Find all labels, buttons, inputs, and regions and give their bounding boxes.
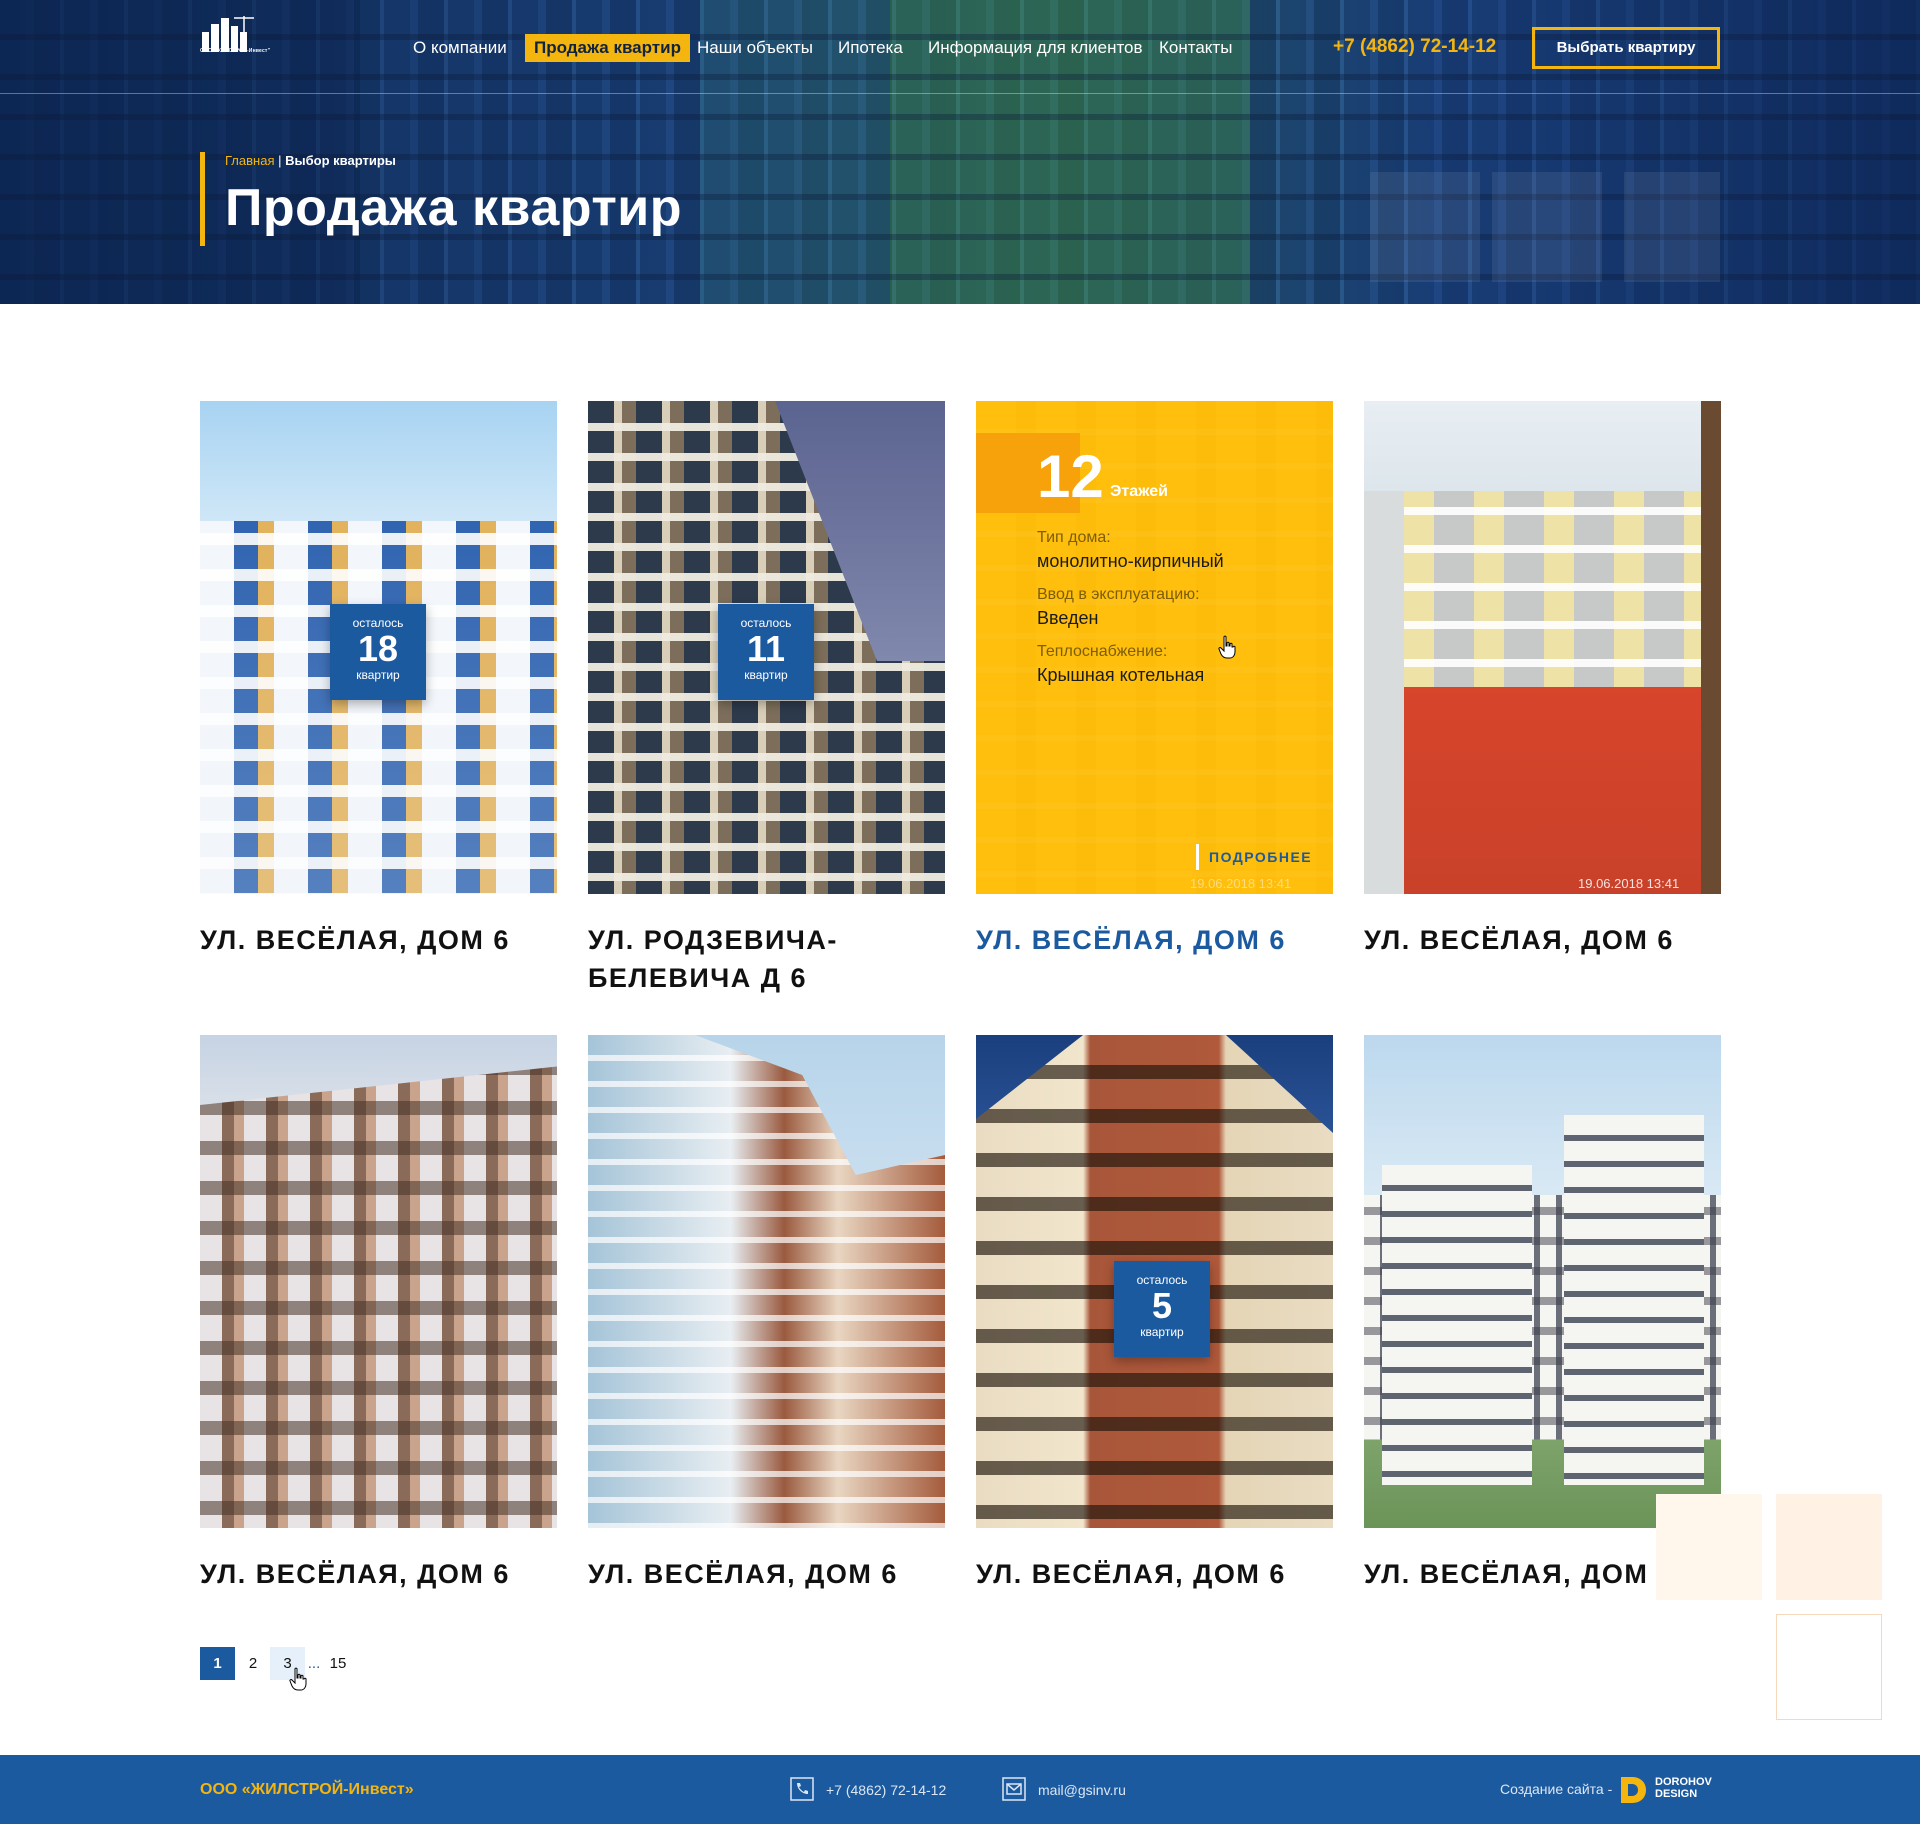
badge-bottom-text: квартир: [1140, 1325, 1184, 1339]
logo-text: ООО "ЖИЛСТРОЙ-Инвест": [200, 48, 271, 54]
commission-value: Введен: [1037, 608, 1099, 628]
nav-item-sale[interactable]: Продажа квартир: [525, 34, 690, 62]
building-address[interactable]: УЛ. ВЕСЁЛАЯ, ДОМ 6: [200, 1555, 557, 1593]
dorohov-design-logo-icon[interactable]: [1618, 1775, 1648, 1805]
badge-count: 11: [746, 628, 786, 669]
heating-label: Теплоснабжение:: [1037, 643, 1168, 660]
hero-header: ООО "ЖИЛСТРОЙ-Инвест" О компании Продажа…: [0, 0, 1920, 304]
choose-apartment-button[interactable]: Выбрать квартиру: [1532, 27, 1720, 69]
breadcrumb-separator: |: [278, 153, 282, 168]
building-photo[interactable]: осталось 18 квартир: [200, 401, 557, 894]
photo-timestamp: 19.06.2018 13:41: [1190, 876, 1292, 891]
hero-deco-square: [1492, 172, 1602, 282]
building-photo[interactable]: 19.06.2018 13:41: [1364, 401, 1721, 894]
building-address[interactable]: УЛ. ВЕСЁЛАЯ, ДОМ 6: [976, 921, 1333, 959]
hand-cursor-icon: [289, 1667, 307, 1691]
nav-item-contacts[interactable]: Контакты: [1159, 34, 1232, 62]
footer: ООО «ЖИЛСТРОЙ-Инвест» +7 (4862) 72-14-12…: [0, 1755, 1920, 1824]
page-button-1[interactable]: 1: [200, 1647, 235, 1680]
breadcrumb-home[interactable]: Главная: [225, 153, 274, 168]
footer-email[interactable]: mail@gsinv.ru: [1038, 1782, 1126, 1798]
badge-count: 5: [1151, 1285, 1173, 1326]
decor-square: [1776, 1494, 1882, 1600]
page-button-2[interactable]: 2: [244, 1647, 262, 1680]
page-title: Продажа квартир: [225, 179, 683, 237]
building-address[interactable]: УЛ. ВЕСЁЛАЯ, ДОМ 6: [976, 1555, 1333, 1593]
hero-deco-square: [1370, 172, 1480, 282]
phone-icon: [790, 1777, 814, 1801]
title-accent-bar: [200, 152, 205, 246]
badge-bottom-text: квартир: [744, 668, 788, 682]
building-photo[interactable]: осталось 11 квартир: [588, 401, 945, 894]
mail-icon: [1002, 1777, 1026, 1801]
heating-value: Крышная котельная: [1037, 665, 1205, 685]
breadcrumb: Главная | Выбор квартиры: [225, 153, 396, 168]
nav-item-mortgage[interactable]: Ипотека: [838, 34, 903, 62]
photo-timestamp: 19.06.2018 13:41: [1578, 876, 1680, 891]
pagination-ellipsis: ...: [307, 1655, 321, 1672]
apartments-left-badge: осталось 11 квартир: [718, 604, 814, 700]
decor-square: [1656, 1494, 1762, 1600]
apartments-left-badge: осталось 5 квартир: [1114, 1261, 1210, 1357]
building-photo[interactable]: 12 Этажей Тип дома: монолитно-кирпичный …: [976, 401, 1333, 894]
building-address[interactable]: УЛ. РОДЗЕВИЧА-БЕЛЕВИЧА Д 6: [588, 921, 945, 997]
house-type-label: Тип дома:: [1037, 529, 1111, 546]
page-button-last[interactable]: 15: [326, 1647, 350, 1680]
studio-name[interactable]: DOROHOV DESIGN: [1655, 1776, 1712, 1800]
commission-label: Ввод в эксплуатацию:: [1037, 586, 1200, 603]
decor-square-outline: [1776, 1614, 1882, 1720]
building-address[interactable]: УЛ. ВЕСЁЛАЯ, ДОМ 6: [1364, 921, 1721, 959]
nav-item-objects[interactable]: Наши объекты: [697, 34, 813, 62]
more-details-link[interactable]: ПОДРОБНЕЕ: [1196, 844, 1312, 870]
building-photo[interactable]: [200, 1035, 557, 1528]
building-photo[interactable]: [588, 1035, 945, 1528]
floors-count: 12: [1037, 443, 1104, 510]
house-type-value: монолитно-кирпичный: [1037, 551, 1224, 571]
breadcrumb-current: Выбор квартиры: [285, 153, 396, 168]
studio-name-line2: DESIGN: [1655, 1788, 1698, 1800]
apartments-left-badge: осталось 18 квартир: [330, 604, 426, 700]
building-address[interactable]: УЛ. ВЕСЁЛАЯ, ДОМ 6: [200, 921, 557, 959]
nav-divider: [0, 93, 1920, 94]
footer-phone[interactable]: +7 (4862) 72-14-12: [826, 1782, 946, 1798]
building-info-overlay: 12 Этажей Тип дома: монолитно-кирпичный …: [976, 401, 1333, 894]
building-photo[interactable]: осталось 5 квартир: [976, 1035, 1333, 1528]
footer-company-name: ООО «ЖИЛСТРОЙ-Инвест»: [200, 1781, 414, 1798]
badge-bottom-text: квартир: [356, 668, 400, 682]
building-address[interactable]: УЛ. ВЕСЁЛАЯ, ДОМ 6: [588, 1555, 945, 1593]
building-photo[interactable]: [1364, 1035, 1721, 1528]
badge-count: 18: [357, 628, 399, 669]
nav-item-client-info[interactable]: Информация для клиентов: [928, 34, 1143, 62]
hero-deco-square: [1624, 172, 1720, 282]
header-phone[interactable]: +7 (4862) 72-14-12: [1333, 36, 1496, 58]
hand-cursor-icon: [1218, 635, 1236, 659]
studio-name-line1: DOROHOV: [1655, 1776, 1712, 1788]
site-credit-text: Создание сайта -: [1500, 1781, 1613, 1797]
floors-label: Этажей: [1110, 483, 1168, 500]
nav-item-about[interactable]: О компании: [413, 34, 507, 62]
